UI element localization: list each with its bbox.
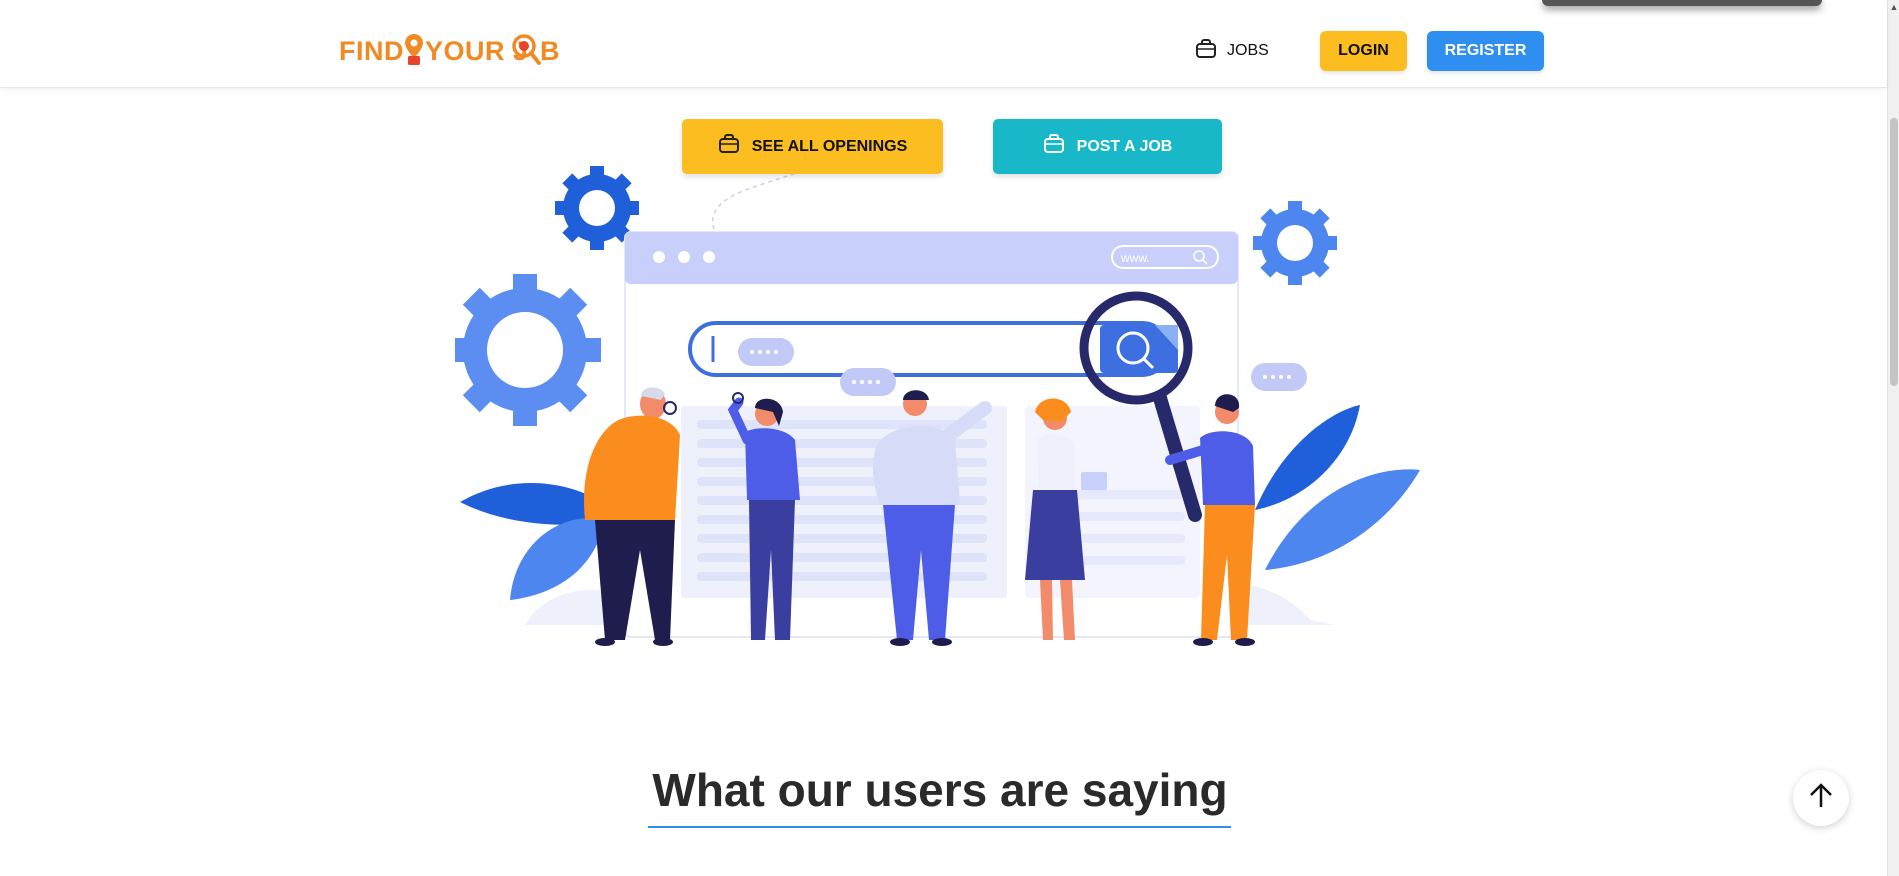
see-all-openings-label: SEE ALL OPENINGS <box>751 137 908 155</box>
top-navbar: FIND YOUR J B JOBS LOGIN REGISTER <box>0 0 1887 88</box>
page-scrollbar[interactable]: ▲ <box>1887 0 1899 876</box>
speech-bubble-icon <box>840 368 896 396</box>
briefcase-icon <box>1043 133 1065 160</box>
gear-icon <box>1253 201 1337 285</box>
svg-text:B: B <box>540 36 559 66</box>
scroll-up-arrow-icon[interactable]: ▲ <box>1889 2 1899 12</box>
register-button[interactable]: REGISTER <box>1427 31 1544 71</box>
speech-bubble-icon <box>1251 363 1307 391</box>
nav-jobs-label: JOBS <box>1227 42 1269 59</box>
login-button[interactable]: LOGIN <box>1320 31 1407 71</box>
nav-jobs-link[interactable]: JOBS <box>1195 38 1269 64</box>
briefcase-icon <box>1195 38 1217 65</box>
briefcase-icon <box>718 133 740 160</box>
testimonials-heading: What our users are saying <box>652 764 1228 816</box>
post-a-job-button[interactable]: POST A JOB <box>993 119 1222 174</box>
overlay-edge <box>1542 0 1822 6</box>
scroll-to-top-button[interactable] <box>1793 770 1849 826</box>
browser-url: www. <box>1120 251 1150 265</box>
post-a-job-label: POST A JOB <box>1076 137 1173 155</box>
scrollbar-thumb[interactable] <box>1890 118 1898 386</box>
hero-illustration: www. <box>455 150 1420 646</box>
heading-underline <box>648 826 1231 828</box>
page: FIND YOUR J B JOBS LOGIN REGISTER www. S… <box>0 0 1899 876</box>
gear-icon <box>455 274 601 426</box>
svg-text:YOUR J: YOUR J <box>425 36 529 66</box>
svg-text:FIND: FIND <box>339 36 404 66</box>
logo-graphic: FIND YOUR J B <box>339 34 559 66</box>
arrow-up-icon <box>1806 781 1836 816</box>
site-logo[interactable]: FIND YOUR J B <box>339 30 559 70</box>
see-all-openings-button[interactable]: SEE ALL OPENINGS <box>682 119 943 174</box>
speech-bubble-icon <box>738 338 794 366</box>
